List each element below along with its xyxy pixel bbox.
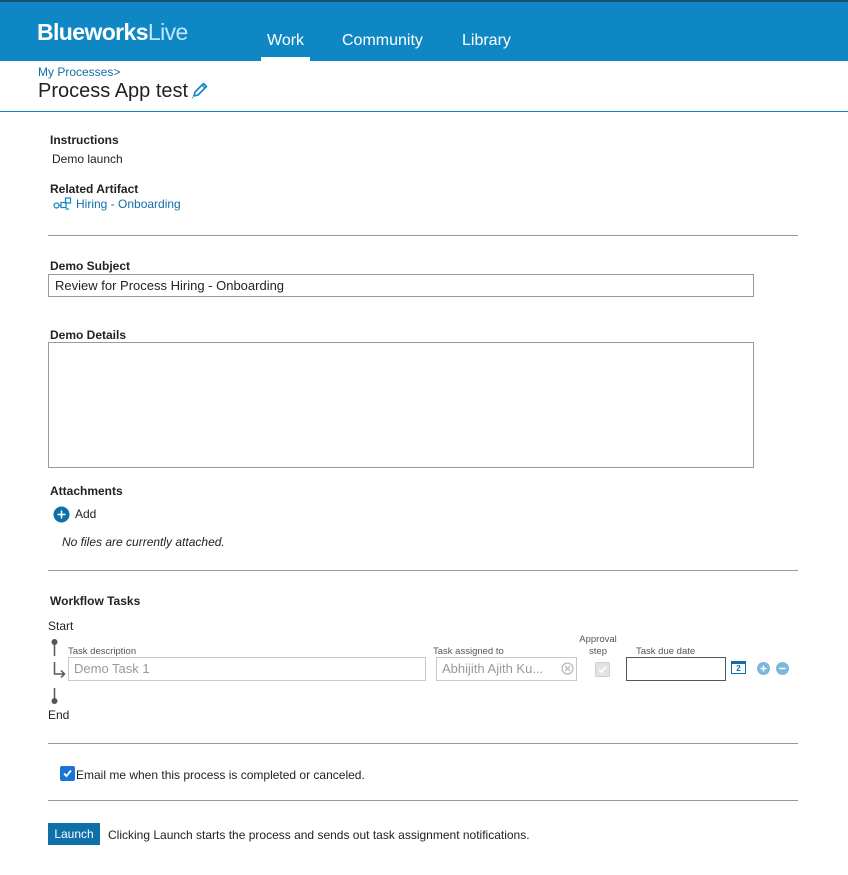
- workflow-tasks-label: Workflow Tasks: [50, 594, 141, 608]
- approval-step-header: Approval step: [579, 634, 617, 657]
- task-assigned-value: Abhijith Ajith Ku...: [442, 661, 544, 676]
- nav-tab-community-label: Community: [342, 32, 423, 49]
- task-due-date-header: Task due date: [636, 646, 696, 657]
- workflow-end-label: End: [48, 708, 70, 722]
- launch-help-text: Clicking Launch starts the process and s…: [108, 828, 530, 842]
- add-task-plus-icon[interactable]: [757, 662, 770, 675]
- section-divider: [48, 235, 798, 236]
- email-notification-label: Email me when this process is completed …: [76, 768, 365, 782]
- email-notification-checkbox[interactable]: [60, 766, 75, 781]
- remove-task-minus-icon[interactable]: [776, 662, 789, 675]
- nav-tab-community[interactable]: Community: [342, 2, 423, 61]
- add-attachment-link[interactable]: Add: [75, 507, 96, 521]
- task-assigned-header: Task assigned to: [433, 646, 504, 657]
- nav-tab-library[interactable]: Library: [462, 2, 511, 61]
- nav-tab-work-label: Work: [267, 32, 305, 49]
- no-attachments-message: No files are currently attached.: [62, 535, 225, 549]
- launch-button[interactable]: Launch: [48, 823, 100, 845]
- related-artifact-link[interactable]: Hiring - Onboarding: [76, 197, 181, 211]
- demo-subject-input[interactable]: [48, 274, 754, 297]
- approval-step-checkbox[interactable]: [595, 662, 610, 677]
- breadcrumb-my-processes[interactable]: My Processes>: [38, 65, 120, 79]
- process-diagram-icon: [53, 197, 72, 210]
- task-due-date-input[interactable]: [626, 657, 726, 681]
- related-artifact-label: Related Artifact: [50, 182, 139, 196]
- task-description-header: Task description: [68, 646, 137, 657]
- attachments-label: Attachments: [50, 484, 123, 498]
- logo-text-light: Live: [147, 19, 188, 45]
- section-divider: [48, 800, 798, 801]
- title-divider: [0, 111, 848, 112]
- logo-text-bold: Blueworks: [37, 19, 149, 45]
- workflow-start-label: Start: [48, 619, 74, 633]
- calendar-picker-day: 2: [736, 664, 741, 673]
- page-title: Process App test: [38, 80, 189, 102]
- demo-details-label: Demo Details: [50, 328, 127, 342]
- section-divider: [48, 743, 798, 744]
- nav-tab-library-label: Library: [462, 32, 511, 49]
- task-description-input[interactable]: Demo Task 1: [68, 657, 426, 681]
- nav-tab-work[interactable]: Work: [260, 2, 311, 61]
- calendar-picker-icon[interactable]: 2: [731, 661, 746, 674]
- instructions-label: Instructions: [50, 133, 119, 147]
- demo-subject-label: Demo Subject: [50, 259, 131, 273]
- edit-pencil-icon[interactable]: [191, 81, 209, 99]
- top-navigation-bar: BlueworksLive Work Community Library: [0, 0, 848, 61]
- workflow-connector-icon: [51, 639, 66, 704]
- instructions-value: Demo launch: [52, 152, 123, 166]
- blueworks-live-logo[interactable]: BlueworksLive: [37, 19, 188, 46]
- section-divider: [48, 570, 798, 571]
- checkmark-icon: [63, 769, 72, 778]
- task-assigned-input[interactable]: Abhijith Ajith Ku...: [436, 657, 577, 681]
- add-attachment-plus-icon[interactable]: [53, 506, 70, 523]
- checkmark-icon: [598, 665, 607, 674]
- demo-details-textarea[interactable]: [48, 342, 754, 468]
- clear-assignee-icon[interactable]: [561, 662, 574, 675]
